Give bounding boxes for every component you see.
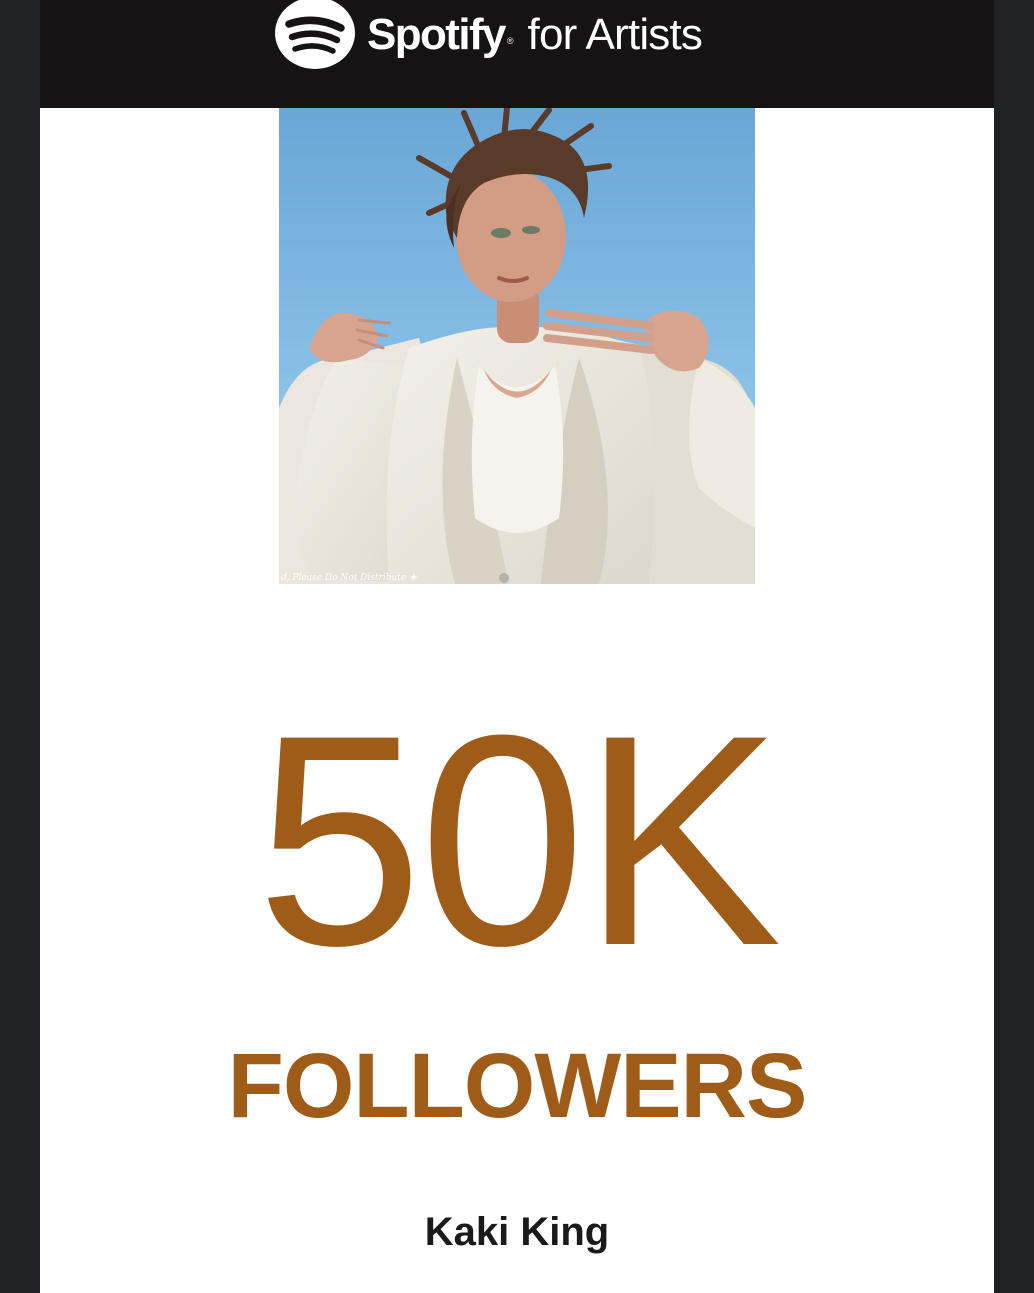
artist-name: Kaki King — [424, 1210, 610, 1254]
page: Spotify ® for Artists d, Please Do Not D… — [0, 0, 1034, 1293]
photo-watermark: d, Please Do Not Distribute ★ — [281, 573, 418, 583]
spotify-logo-icon — [275, 0, 355, 69]
brand-suffix: for Artists — [527, 10, 703, 59]
artist-photo-illustration: d, Please Do Not Distribute ★ — [279, 108, 755, 584]
registered-mark: ® — [506, 36, 514, 46]
milestone-value: 50K — [256, 672, 782, 1008]
spotify-for-artists-logo: Spotify ® for Artists — [275, 0, 703, 70]
header-bar: Spotify ® for Artists — [40, 0, 994, 108]
milestone-label: FOLLOWERS — [227, 1035, 808, 1137]
milestone-card: Spotify ® for Artists d, Please Do Not D… — [40, 0, 994, 1293]
brand-name: Spotify — [367, 10, 507, 59]
artist-photo: d, Please Do Not Distribute ★ — [279, 108, 755, 584]
